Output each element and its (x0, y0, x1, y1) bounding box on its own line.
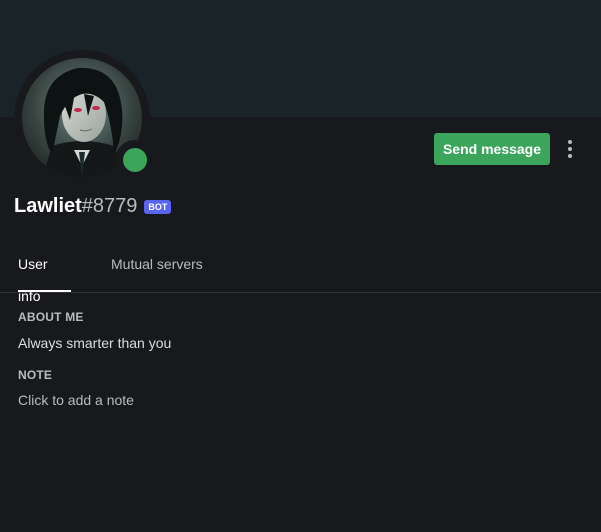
about-me-text: Always smarter than you (18, 335, 172, 351)
user-profile-modal: Send message Lawliet #8779 BOT User info… (0, 0, 601, 532)
tab-mutual-servers[interactable]: Mutual servers (111, 248, 203, 292)
send-message-button[interactable]: Send message (434, 133, 550, 165)
avatar-container (14, 50, 155, 186)
name-row: Lawliet #8779 BOT (14, 192, 172, 220)
about-me-heading: ABOUT ME (18, 310, 84, 324)
username: Lawliet (14, 194, 82, 217)
discriminator: #8779 (81, 194, 138, 217)
bot-tag-badge: BOT (144, 200, 172, 214)
note-input[interactable] (14, 388, 584, 412)
tab-user-info[interactable]: User info (18, 248, 71, 304)
status-indicator (115, 140, 155, 180)
note-heading: NOTE (18, 368, 53, 382)
profile-tabs: User info Mutual servers (0, 248, 601, 304)
online-status-icon (123, 148, 147, 172)
more-vertical-icon[interactable] (558, 137, 582, 161)
